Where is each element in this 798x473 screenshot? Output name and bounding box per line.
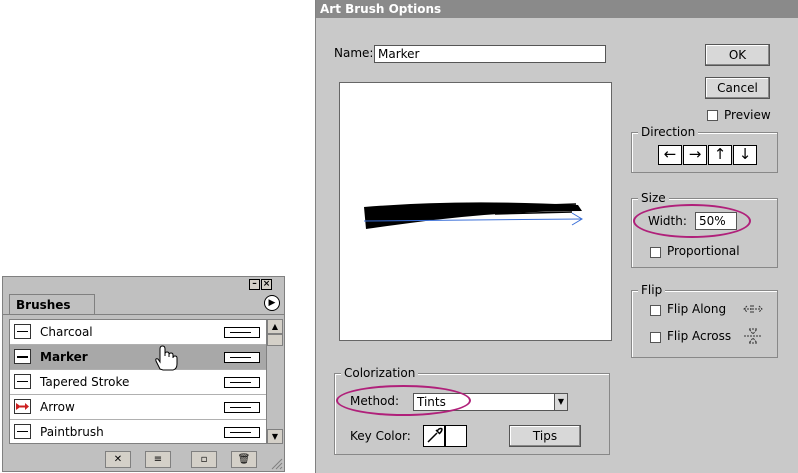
- brush-item-arrow[interactable]: Arrow: [10, 395, 266, 420]
- flip-across-checkbox[interactable]: [650, 332, 661, 343]
- width-highlight-oval: [633, 204, 751, 238]
- brushes-tab-strip: Brushes ▶: [3, 294, 284, 315]
- arrow-up-icon[interactable]: ↑: [708, 145, 732, 165]
- brush-label: Charcoal: [40, 325, 93, 339]
- colorization-title: Colorization: [341, 366, 419, 380]
- flip-title: Flip: [638, 283, 666, 297]
- dialog-title: Art Brush Options: [316, 0, 798, 18]
- brush-swatch-icon: [14, 424, 31, 439]
- flip-along-checkbox[interactable]: [650, 305, 661, 316]
- close-icon[interactable]: ×: [261, 279, 272, 290]
- brush-label: Paintbrush: [40, 425, 104, 439]
- direction-group: Direction ← → ↑ ↓: [631, 125, 778, 173]
- brush-list-scrollbar[interactable]: ▲ ▼: [267, 319, 283, 444]
- flip-across-icon: [744, 328, 762, 344]
- remove-brush-stroke-icon[interactable]: ✕: [105, 451, 131, 468]
- proportional-checkbox[interactable]: [650, 247, 661, 258]
- brush-options-icon[interactable]: ≡: [145, 451, 171, 468]
- tips-button[interactable]: Tips: [509, 425, 581, 447]
- minimize-icon[interactable]: –: [249, 279, 260, 290]
- cancel-button[interactable]: Cancel: [705, 77, 770, 99]
- direction-title: Direction: [638, 125, 699, 139]
- brush-item-marker[interactable]: Marker: [10, 345, 266, 371]
- arrow-right-icon[interactable]: →: [683, 145, 707, 165]
- art-brush-type-icon: [224, 427, 260, 438]
- new-brush-icon[interactable]: ▫: [191, 451, 217, 468]
- arrow-down-icon[interactable]: ↓: [733, 145, 757, 165]
- hand-cursor-icon: [155, 345, 178, 371]
- brush-label: Arrow: [40, 400, 75, 414]
- panel-menu-icon[interactable]: ▶: [264, 295, 280, 311]
- size-group: Size Width: 50% Proportional: [631, 191, 778, 268]
- brush-item-tapered-stroke[interactable]: Tapered Stroke: [10, 370, 266, 395]
- brush-label: Marker: [40, 350, 88, 364]
- method-highlight-oval: [336, 385, 471, 416]
- arrow-left-icon[interactable]: ←: [658, 145, 682, 165]
- marker-stroke-preview: [363, 202, 583, 229]
- art-brush-type-icon: [224, 377, 260, 388]
- direction-buttons: ← → ↑ ↓: [658, 145, 758, 165]
- key-color-swatch[interactable]: [445, 425, 467, 447]
- scroll-up-icon[interactable]: ▲: [267, 319, 283, 334]
- scroll-thumb[interactable]: [267, 334, 283, 346]
- key-color-label: Key Color:: [350, 429, 411, 443]
- colorization-group: Colorization Method: Tints ▼ Key Color: …: [334, 366, 610, 455]
- preview-label: Preview: [724, 108, 771, 122]
- art-brush-type-icon: [224, 402, 260, 413]
- brushes-bottom-toolbar: ✕ ≡ ▫ 🗑: [91, 451, 267, 469]
- name-field[interactable]: Marker: [374, 45, 606, 63]
- brush-label: Tapered Stroke: [40, 375, 130, 389]
- brush-list: Charcoal Marker Tapered Stroke Arrow Pai…: [9, 319, 267, 444]
- scroll-down-icon[interactable]: ▼: [267, 429, 283, 444]
- preview-checkbox[interactable]: [707, 110, 718, 121]
- brush-preview-canvas: [339, 82, 612, 341]
- ok-button[interactable]: OK: [705, 44, 770, 66]
- dropdown-arrow-icon[interactable]: ▼: [554, 394, 567, 410]
- brushes-tab[interactable]: Brushes: [9, 294, 95, 314]
- brush-swatch-icon: [14, 349, 31, 364]
- flip-along-icon: [743, 305, 763, 313]
- flip-along-label: Flip Along: [667, 302, 727, 316]
- brush-item-charcoal[interactable]: Charcoal: [10, 320, 266, 345]
- eyedropper-button[interactable]: [423, 425, 445, 447]
- art-brush-type-icon: [224, 327, 260, 338]
- eyedropper-icon: [427, 427, 443, 443]
- brush-item-paintbrush[interactable]: Paintbrush: [10, 420, 266, 443]
- art-brush-options-dialog: Art Brush Options Name: Marker OK Cancel…: [315, 0, 798, 473]
- flip-group: Flip Flip Along Flip Across: [631, 283, 778, 358]
- brush-swatch-icon: [14, 324, 31, 339]
- flip-across-label: Flip Across: [667, 329, 732, 343]
- name-label: Name:: [334, 46, 374, 60]
- brushes-panel: – × Brushes ▶ Charcoal Marker Tapered St…: [2, 276, 285, 472]
- trash-icon[interactable]: 🗑: [231, 451, 257, 468]
- arrow-brush-swatch-icon: [14, 399, 31, 414]
- brush-swatch-icon: [14, 374, 31, 389]
- art-brush-type-icon: [224, 352, 260, 363]
- resize-grip-icon[interactable]: [269, 456, 283, 470]
- size-title: Size: [638, 191, 669, 205]
- proportional-label: Proportional: [667, 244, 740, 258]
